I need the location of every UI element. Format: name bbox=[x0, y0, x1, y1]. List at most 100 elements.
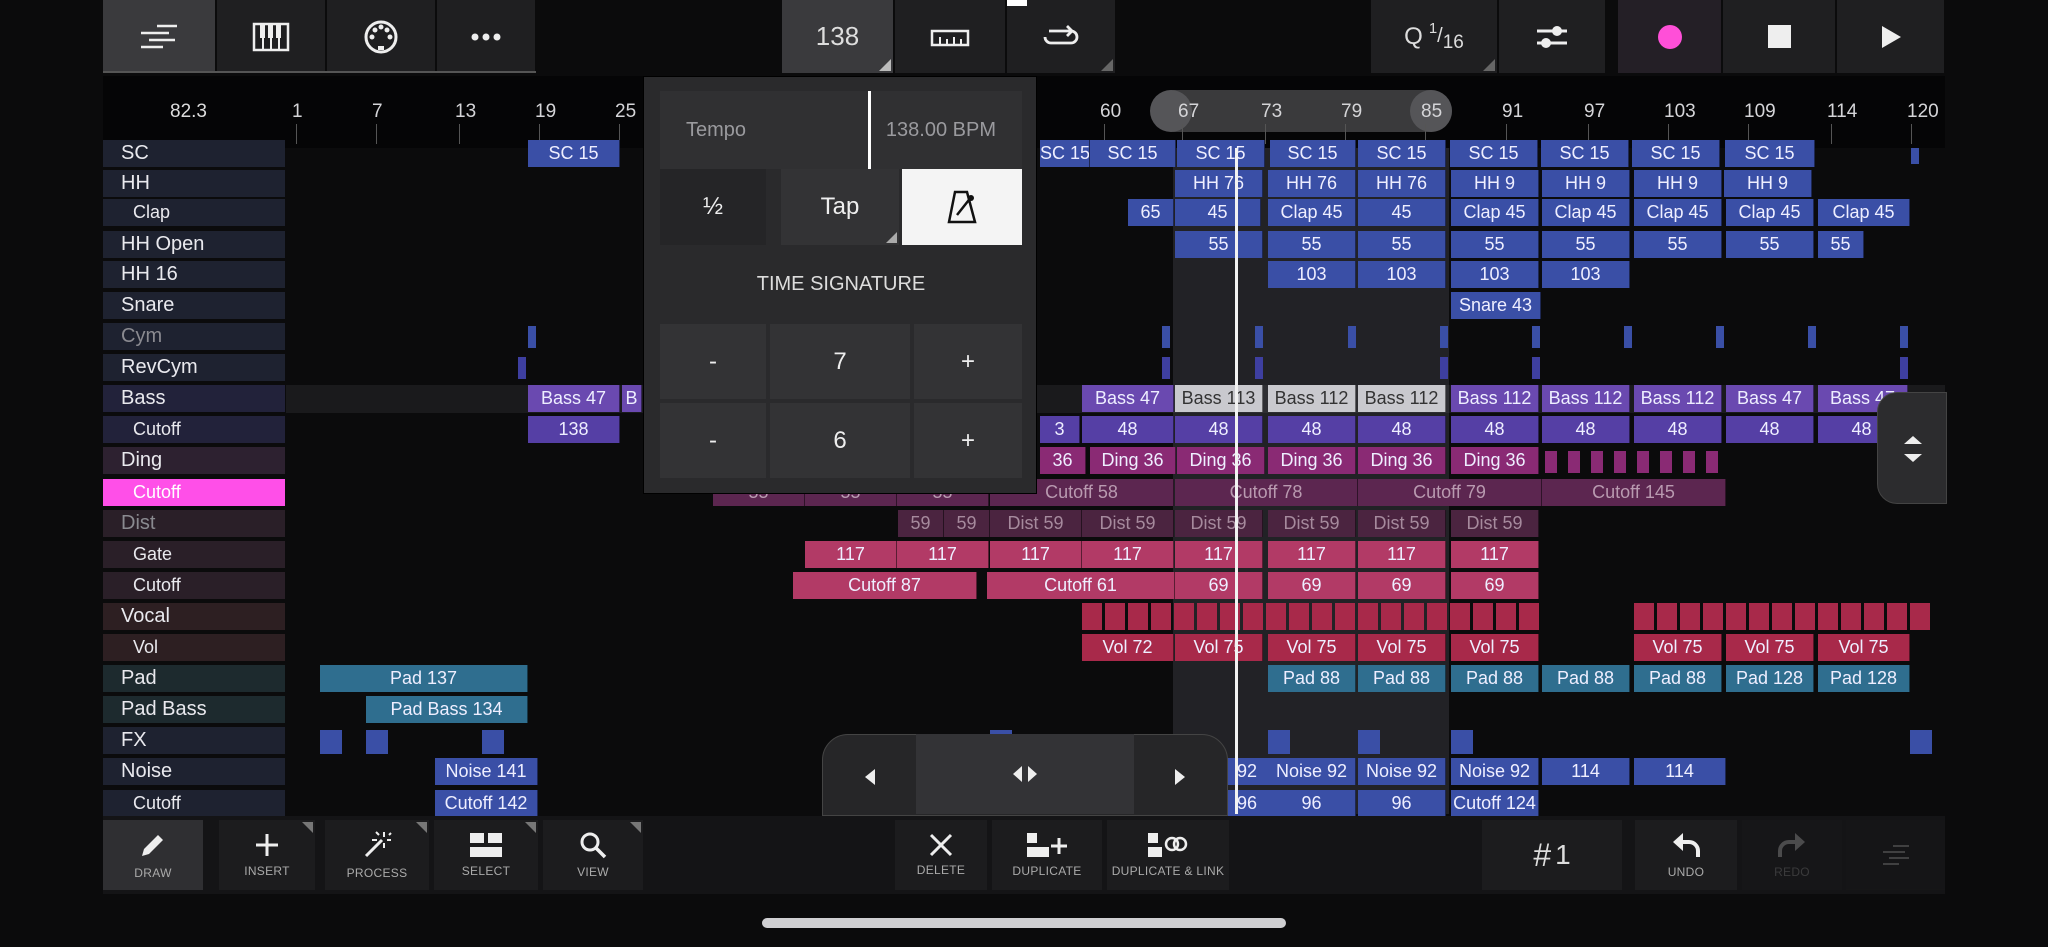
lane-label[interactable]: Pad bbox=[103, 665, 285, 692]
clip[interactable]: 103 bbox=[1451, 261, 1539, 288]
clip[interactable]: Bass 113 bbox=[1175, 385, 1263, 412]
lane-label[interactable]: FX bbox=[103, 727, 285, 754]
clip-marker[interactable] bbox=[1657, 603, 1677, 630]
nudge-center-button[interactable] bbox=[916, 734, 1134, 814]
lane-label[interactable]: Vol bbox=[103, 634, 285, 661]
clip-marker[interactable] bbox=[1162, 326, 1170, 348]
clip[interactable]: Dist 59 bbox=[1358, 510, 1446, 537]
clip[interactable]: 96 bbox=[1358, 790, 1446, 817]
clip[interactable]: SC 15 bbox=[1358, 140, 1446, 167]
clip[interactable]: 103 bbox=[1542, 261, 1630, 288]
clip[interactable]: Bass 47 bbox=[528, 385, 620, 412]
clip[interactable]: 55 bbox=[1542, 231, 1630, 258]
clip[interactable]: Pad 128 bbox=[1726, 665, 1814, 692]
clip[interactable]: Pad 128 bbox=[1818, 665, 1910, 692]
half-tempo-button[interactable]: ½ bbox=[660, 169, 766, 245]
clip[interactable]: Vol 75 bbox=[1358, 634, 1446, 661]
clip[interactable]: 65 bbox=[1128, 199, 1174, 226]
play-button[interactable] bbox=[1837, 0, 1945, 73]
clip[interactable]: 69 bbox=[1175, 572, 1263, 599]
record-button[interactable] bbox=[1618, 0, 1722, 73]
lane-label[interactable]: Clap bbox=[103, 199, 285, 226]
lane-label[interactable]: Ding bbox=[103, 447, 285, 474]
lane-label[interactable]: HH bbox=[103, 170, 285, 197]
clip-marker[interactable] bbox=[1808, 326, 1816, 348]
clip-marker[interactable] bbox=[1818, 603, 1838, 630]
clip[interactable]: Vol 75 bbox=[1451, 634, 1539, 661]
clip[interactable]: Vol 75 bbox=[1726, 634, 1814, 661]
clip[interactable]: Pad 88 bbox=[1542, 665, 1630, 692]
clip-marker[interactable] bbox=[1900, 357, 1908, 379]
vertical-zoom-handle[interactable] bbox=[1877, 392, 1947, 504]
clip[interactable]: Ding 36 bbox=[1090, 447, 1176, 474]
lane-label[interactable]: Pad Bass bbox=[103, 696, 285, 723]
clip-marker[interactable] bbox=[1614, 451, 1626, 473]
clip[interactable]: 103 bbox=[1268, 261, 1356, 288]
clip[interactable]: Cutoff 87 bbox=[793, 572, 977, 599]
numerator-minus-button[interactable]: - bbox=[660, 324, 766, 399]
clip-marker[interactable] bbox=[1660, 451, 1672, 473]
clip[interactable]: Vol 75 bbox=[1634, 634, 1722, 661]
clip[interactable]: 117 bbox=[805, 541, 897, 568]
clip[interactable]: Ding 36 bbox=[1451, 447, 1539, 474]
clip-marker[interactable] bbox=[528, 326, 536, 348]
clip-marker[interactable] bbox=[1255, 357, 1263, 379]
lane-label[interactable]: Cutoff bbox=[103, 416, 285, 443]
clip[interactable]: Vol 75 bbox=[1818, 634, 1910, 661]
clip[interactable]: Dist 59 bbox=[1082, 510, 1174, 537]
clip-marker[interactable] bbox=[320, 730, 342, 754]
clip-marker[interactable] bbox=[1703, 603, 1723, 630]
tap-tempo-button[interactable]: Tap bbox=[781, 169, 899, 245]
clip[interactable]: Bass 112 bbox=[1358, 385, 1446, 412]
quantize-button[interactable]: Q 1 / 16 bbox=[1371, 0, 1498, 73]
clip-marker[interactable] bbox=[1683, 451, 1695, 473]
clip[interactable]: SC 15 bbox=[1270, 140, 1356, 167]
clip-marker[interactable] bbox=[1716, 326, 1724, 348]
clip[interactable]: 55 bbox=[1451, 231, 1539, 258]
clip[interactable]: HH 76 bbox=[1175, 170, 1263, 197]
clip-marker[interactable] bbox=[1255, 326, 1263, 348]
clip-marker[interactable] bbox=[1795, 603, 1815, 630]
clip-marker[interactable] bbox=[1749, 603, 1769, 630]
clip[interactable]: SC 15 bbox=[1632, 140, 1720, 167]
clip[interactable]: 103 bbox=[1358, 261, 1446, 288]
clip[interactable]: Noise 141 bbox=[435, 758, 538, 785]
mixer-button[interactable] bbox=[1499, 0, 1606, 73]
tempo-field[interactable]: Tempo 138.00 BPM bbox=[660, 91, 1022, 169]
clip-marker[interactable] bbox=[1381, 603, 1401, 630]
clip-marker[interactable] bbox=[518, 357, 526, 379]
lane-label[interactable]: SC bbox=[103, 140, 285, 167]
undo-button[interactable]: UNDO bbox=[1635, 820, 1737, 890]
denominator-minus-button[interactable]: - bbox=[660, 403, 766, 478]
clip[interactable]: HH 9 bbox=[1542, 170, 1630, 197]
clip[interactable]: 55 bbox=[1358, 231, 1446, 258]
clip[interactable]: 48 bbox=[1634, 416, 1722, 443]
clip[interactable]: 114 bbox=[1542, 758, 1630, 785]
clip[interactable]: Cutoff 61 bbox=[987, 572, 1175, 599]
clip[interactable]: Dist 59 bbox=[1451, 510, 1539, 537]
clip[interactable]: 55 bbox=[1726, 231, 1814, 258]
clip-marker[interactable] bbox=[1197, 603, 1217, 630]
clip-marker[interactable] bbox=[1887, 603, 1907, 630]
lane-label[interactable]: RevCym bbox=[103, 354, 285, 381]
nudge-left-button[interactable] bbox=[828, 740, 912, 814]
clip[interactable]: Bass 112 bbox=[1634, 385, 1722, 412]
clip-marker[interactable] bbox=[1910, 603, 1930, 630]
clip[interactable]: Pad 137 bbox=[320, 665, 528, 692]
clip-marker[interactable] bbox=[366, 730, 388, 754]
home-indicator[interactable] bbox=[762, 918, 1286, 928]
clip[interactable]: 69 bbox=[1451, 572, 1539, 599]
clip[interactable]: Bass 47 bbox=[1726, 385, 1814, 412]
clip-marker[interactable] bbox=[1450, 603, 1470, 630]
clip-marker[interactable] bbox=[1841, 603, 1861, 630]
clip[interactable]: Clap 45 bbox=[1542, 199, 1630, 226]
lane-label[interactable]: Cutoff bbox=[103, 572, 285, 599]
clip[interactable]: SC 15 bbox=[1177, 140, 1265, 167]
clip-marker[interactable] bbox=[1440, 326, 1448, 348]
clip[interactable]: SC 15 bbox=[1450, 140, 1538, 167]
clip[interactable]: SC 15 bbox=[1040, 140, 1090, 167]
tempo-button[interactable]: 138 bbox=[782, 0, 894, 73]
clip[interactable]: Pad Bass 134 bbox=[366, 696, 528, 723]
ruler-button[interactable] bbox=[895, 0, 1006, 73]
grid-button[interactable]: # 1 bbox=[1482, 820, 1622, 890]
